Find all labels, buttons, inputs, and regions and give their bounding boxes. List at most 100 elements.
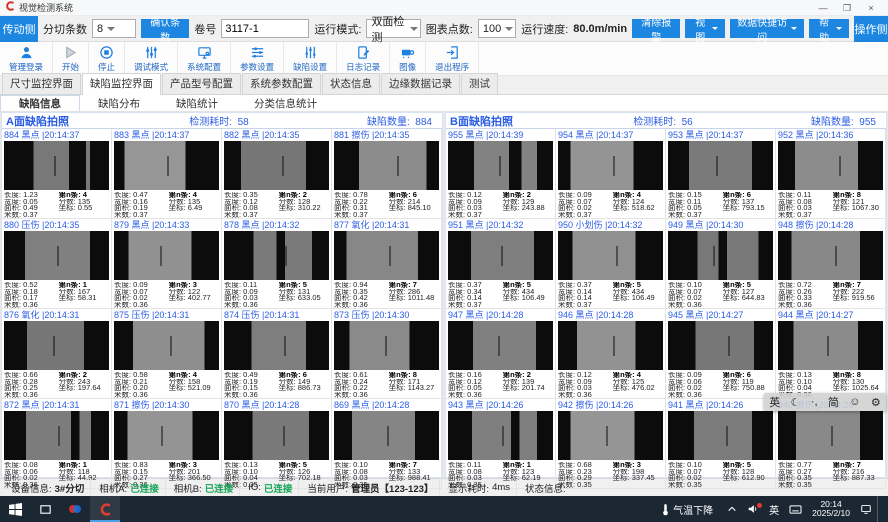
- defect-image[interactable]: [4, 141, 109, 190]
- defect-cell[interactable]: 872 黑点 |20:14:31 长度: 0.08 宽度: 0.06 面积: 0…: [2, 399, 112, 489]
- close-button[interactable]: ×: [859, 1, 883, 15]
- defect-cell[interactable]: 951 黑点 |20:14:32 长度: 0.37 宽度: 0.34 面积: 0…: [446, 219, 556, 309]
- defect-cell[interactable]: 873 压伤 |20:14:30 长度: 0.61 宽度: 0.24 面积: 0…: [332, 309, 442, 399]
- confirm-count-button[interactable]: 确认条数: [141, 19, 189, 38]
- defect-cell[interactable]: 870 黑点 |20:14:28 长度: 0.13 宽度: 0.10 面积: 0…: [222, 399, 332, 489]
- clear-alarm-button[interactable]: 清除报警: [632, 19, 680, 38]
- defect-image[interactable]: [224, 231, 329, 280]
- ime-simplified-toggle[interactable]: 简: [828, 394, 839, 410]
- defect-cell[interactable]: 943 黑点 |20:14:26 长度: 0.11 宽度: 0.08 面积: 0…: [446, 399, 556, 489]
- system-config-button[interactable]: 系统配置: [178, 42, 231, 75]
- defect-settings-button[interactable]: 缺陷设置: [284, 42, 337, 75]
- maximize-button[interactable]: ❐: [835, 1, 859, 15]
- ime-fullhalf-icon[interactable]: ☾: [791, 396, 801, 409]
- image-button[interactable]: 图像: [390, 42, 426, 75]
- defect-cell[interactable]: 882 黑点 |20:14:35 长度: 0.35 宽度: 0.12 面积: 0…: [222, 129, 332, 219]
- ime-toolbar[interactable]: 英 ☾ ·, 简 ☺ ⚙: [764, 393, 886, 411]
- main-tab[interactable]: 尺寸监控界面: [2, 73, 81, 94]
- defect-image[interactable]: [668, 411, 773, 460]
- drive-side-button[interactable]: 传动侧: [0, 16, 38, 42]
- defect-image[interactable]: [668, 321, 773, 370]
- defect-cell[interactable]: 884 黑点 |20:14:37 长度: 1.23 宽度: 0.05 面积: 0…: [2, 129, 112, 219]
- defect-cell[interactable]: 883 黑点 |20:14:37 长度: 0.47 宽度: 0.16 面积: 0…: [112, 129, 222, 219]
- log-record-button[interactable]: 日志记录: [337, 42, 390, 75]
- defect-image[interactable]: [778, 321, 883, 370]
- task-view-button[interactable]: [30, 496, 60, 522]
- operator-side-button[interactable]: 操作侧: [854, 16, 888, 42]
- defect-cell[interactable]: 869 黑点 |20:14:28 长度: 0.10 宽度: 0.08 面积: 0…: [332, 399, 442, 489]
- defect-image[interactable]: [334, 231, 439, 280]
- start-button[interactable]: 开始: [53, 42, 89, 75]
- defect-cell[interactable]: 948 擦伤 |20:14:28 长度: 0.72 宽度: 0.26 面积: 0…: [776, 219, 886, 309]
- defect-cell[interactable]: 874 压伤 |20:14:31 长度: 0.49 宽度: 0.19 面积: 0…: [222, 309, 332, 399]
- slit-count-select[interactable]: 8: [92, 19, 136, 38]
- defect-cell[interactable]: 952 黑点 |20:14:36 长度: 0.11 宽度: 0.08 面积: 0…: [776, 129, 886, 219]
- roll-number-input[interactable]: [221, 19, 309, 38]
- ime-settings-icon[interactable]: ⚙: [871, 396, 881, 409]
- defect-image[interactable]: [114, 411, 219, 460]
- debug-mode-button[interactable]: 调试模式: [125, 42, 178, 75]
- defect-cell[interactable]: 871 擦伤 |20:14:30 长度: 0.83 宽度: 0.15 面积: 0…: [112, 399, 222, 489]
- defect-image[interactable]: [224, 141, 329, 190]
- ime-emoji-icon[interactable]: ☺: [849, 396, 860, 408]
- defect-image[interactable]: [224, 321, 329, 370]
- defect-cell[interactable]: 950 小划伤 |20:14:32 长度: 0.37 宽度: 0.14 面积: …: [556, 219, 666, 309]
- defect-image[interactable]: [668, 231, 773, 280]
- chart-points-select[interactable]: 100: [478, 19, 516, 38]
- main-tab[interactable]: 产品型号配置: [162, 73, 241, 94]
- defect-cell[interactable]: 941 黑点 |20:14:26 长度: 0.10 宽度: 0.07 面积: 0…: [666, 399, 776, 489]
- defect-cell[interactable]: 945 黑点 |20:14:27 长度: 0.09 宽度: 0.06 面积: 0…: [666, 309, 776, 399]
- sub-tab[interactable]: 缺陷统计: [158, 95, 236, 111]
- defect-cell[interactable]: 944 黑点 |20:14:27 长度: 0.13 宽度: 0.10 面积: 0…: [776, 309, 886, 399]
- clock[interactable]: 20:14 2025/2/10: [807, 496, 855, 522]
- taskbar-active-app-icon[interactable]: [90, 496, 120, 522]
- defect-cell[interactable]: 879 黑点 |20:14:33 长度: 0.09 宽度: 0.07 面积: 0…: [112, 219, 222, 309]
- defect-cell[interactable]: 953 黑点 |20:14:37 长度: 0.15 宽度: 0.11 面积: 0…: [666, 129, 776, 219]
- help-menu-button[interactable]: 帮助: [809, 19, 849, 38]
- ime-punct-icon[interactable]: ·,: [811, 396, 818, 408]
- defect-image[interactable]: [558, 411, 663, 460]
- defect-image[interactable]: [668, 141, 773, 190]
- sub-tab[interactable]: 缺陷分布: [80, 95, 158, 111]
- param-settings-button[interactable]: 参数设置: [231, 42, 284, 75]
- data-quick-access-menu-button[interactable]: 数据快捷访问: [730, 19, 804, 38]
- defect-image[interactable]: [4, 321, 109, 370]
- defect-image[interactable]: [334, 411, 439, 460]
- admin-login-button[interactable]: 管理登录: [0, 42, 53, 75]
- main-tab[interactable]: 边缘数据记录: [381, 73, 460, 94]
- defect-image[interactable]: [224, 411, 329, 460]
- defect-image[interactable]: [448, 321, 553, 370]
- ime-language-indicator[interactable]: 英: [764, 496, 784, 522]
- defect-image[interactable]: [334, 321, 439, 370]
- defect-image[interactable]: [778, 141, 883, 190]
- defect-image[interactable]: [114, 321, 219, 370]
- defect-image[interactable]: [558, 231, 663, 280]
- main-tab[interactable]: 测试: [461, 73, 498, 94]
- tray-expand-icon[interactable]: [722, 496, 742, 522]
- defect-cell[interactable]: 942 擦伤 |20:14:26 长度: 0.68 宽度: 0.23 面积: 0…: [556, 399, 666, 489]
- volume-icon[interactable]: [742, 496, 764, 522]
- taskbar-app-icon[interactable]: [60, 496, 90, 522]
- defect-image[interactable]: [114, 231, 219, 280]
- defect-image[interactable]: [4, 411, 109, 460]
- defect-cell[interactable]: 878 黑点 |20:14:32 长度: 0.11 宽度: 0.09 面积: 0…: [222, 219, 332, 309]
- defect-image[interactable]: [778, 231, 883, 280]
- view-menu-button[interactable]: 视图: [685, 19, 725, 38]
- main-tab[interactable]: 状态信息: [322, 73, 380, 94]
- defect-cell[interactable]: 949 黑点 |20:14:30 长度: 0.10 宽度: 0.07 面积: 0…: [666, 219, 776, 309]
- defect-cell[interactable]: 940 擦伤 |20:14:26 长度: 0.77 宽度: 0.27 面积: 0…: [776, 399, 886, 489]
- start-button[interactable]: [0, 496, 30, 522]
- defect-image[interactable]: [448, 411, 553, 460]
- defect-cell[interactable]: 955 黑点 |20:14:39 长度: 0.12 宽度: 0.09 面积: 0…: [446, 129, 556, 219]
- show-desktop-button[interactable]: [877, 496, 888, 522]
- defect-cell[interactable]: 877 氧化 |20:14:31 长度: 0.94 宽度: 0.35 面积: 0…: [332, 219, 442, 309]
- keyboard-icon[interactable]: [784, 496, 807, 522]
- defect-image[interactable]: [448, 231, 553, 280]
- ime-lang-toggle[interactable]: 英: [769, 394, 780, 410]
- defect-cell[interactable]: 946 黑点 |20:14:28 长度: 0.12 宽度: 0.09 面积: 0…: [556, 309, 666, 399]
- defect-image[interactable]: [558, 141, 663, 190]
- defect-cell[interactable]: 875 压伤 |20:14:31 长度: 0.58 宽度: 0.21 面积: 0…: [112, 309, 222, 399]
- defect-image[interactable]: [114, 141, 219, 190]
- defect-image[interactable]: [778, 411, 883, 460]
- exit-program-button[interactable]: 退出程序: [426, 42, 479, 75]
